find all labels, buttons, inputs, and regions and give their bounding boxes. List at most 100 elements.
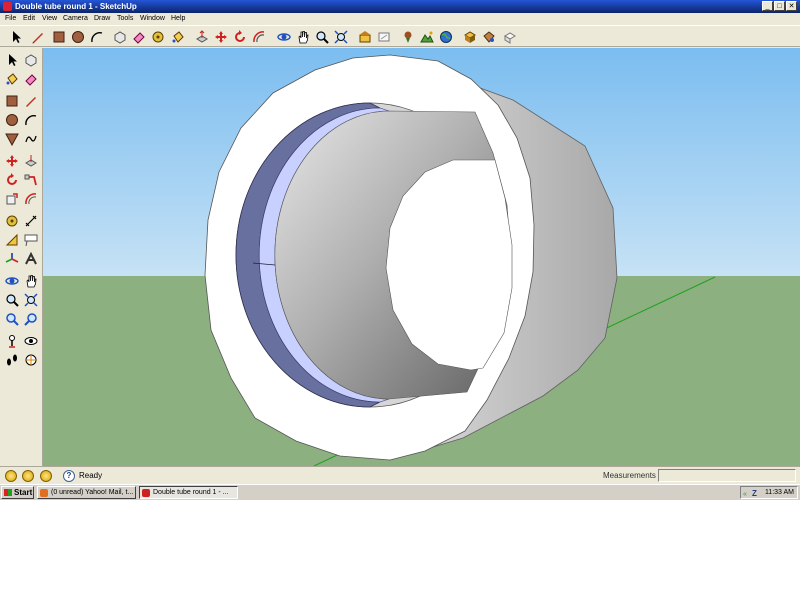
title-bar[interactable]: Double tube round 1 - SketchUp _ □ ✕	[0, 0, 800, 13]
rotate-tool-button[interactable]	[232, 29, 248, 45]
geo-location-icon[interactable]	[5, 470, 17, 482]
add-location-button[interactable]	[400, 29, 416, 45]
look-around-tool[interactable]	[22, 332, 39, 349]
user-icon[interactable]	[40, 470, 52, 482]
materials-icon	[483, 31, 495, 43]
push-pull-tool[interactable]	[22, 152, 39, 169]
walk-tool[interactable]	[3, 351, 20, 368]
circle-tool-button[interactable]	[70, 29, 86, 45]
clock[interactable]: 11:33 AM	[765, 487, 794, 498]
next-view-tool[interactable]	[22, 310, 39, 327]
move-tool-button[interactable]	[213, 29, 229, 45]
scale-tool[interactable]	[3, 190, 20, 207]
make-component-tool[interactable]	[22, 51, 39, 68]
browser-icon	[40, 489, 48, 497]
menu-view[interactable]: View	[42, 14, 57, 23]
components-browser-button[interactable]	[462, 29, 478, 45]
tray-app-icon[interactable]: Z	[752, 488, 757, 499]
menu-help[interactable]: Help	[171, 14, 185, 23]
tray-expand-icon[interactable]: «	[743, 489, 747, 500]
rotate-tool[interactable]	[3, 171, 20, 188]
text-tool[interactable]	[22, 231, 39, 248]
follow-me-tool[interactable]	[22, 171, 39, 188]
select-tool-button[interactable]	[8, 29, 24, 45]
position-camera-tool[interactable]	[3, 332, 20, 349]
zoom-tool[interactable]	[3, 291, 20, 308]
axes-tool[interactable]	[3, 250, 20, 267]
rectangle-icon	[6, 95, 17, 106]
line-tool[interactable]	[22, 92, 39, 109]
3d-text-tool[interactable]	[22, 250, 39, 267]
arc-tool[interactable]	[22, 111, 39, 128]
rectangle-tool[interactable]	[3, 92, 20, 109]
google-earth-button[interactable]	[438, 29, 454, 45]
menu-edit[interactable]: Edit	[23, 14, 35, 23]
3d-model-canvas[interactable]	[43, 48, 800, 466]
move-tool[interactable]	[3, 152, 20, 169]
orbit-tool-button[interactable]	[276, 29, 292, 45]
status-text: Ready	[79, 471, 103, 480]
select-tool[interactable]	[3, 51, 20, 68]
help-icon[interactable]: ?	[63, 470, 75, 482]
tape-measure-button[interactable]	[150, 29, 166, 45]
freehand-tool[interactable]	[22, 130, 39, 147]
menu-tools[interactable]: Tools	[117, 14, 133, 23]
circle-icon	[5, 113, 18, 126]
credits-icon[interactable]	[22, 470, 34, 482]
modeling-viewport[interactable]	[43, 48, 800, 466]
toggle-terrain-button[interactable]	[419, 29, 435, 45]
zoom-extents-button[interactable]	[333, 29, 349, 45]
taskbar-item-yahoo-mail[interactable]: (0 unread) Yahoo! Mail, t...	[37, 486, 136, 499]
offset-tool[interactable]	[22, 190, 39, 207]
dimension-tool[interactable]	[22, 212, 39, 229]
pan-tool-button[interactable]	[295, 29, 311, 45]
minimize-button[interactable]: _	[762, 1, 773, 11]
maximize-button[interactable]: □	[774, 1, 785, 11]
offset-tool-button[interactable]	[251, 29, 267, 45]
menu-draw[interactable]: Draw	[94, 14, 110, 23]
pan-tool[interactable]	[22, 272, 39, 289]
start-label: Start	[14, 488, 33, 497]
share-model-button[interactable]	[376, 29, 392, 45]
close-button[interactable]: ✕	[786, 1, 797, 11]
zoom-tool-button[interactable]	[314, 29, 330, 45]
hand-pan-icon	[298, 31, 309, 44]
circle-tool[interactable]	[3, 111, 20, 128]
eraser-tool-button[interactable]	[131, 29, 147, 45]
taskbar-item-sketchup[interactable]: Double tube round 1 - ...	[139, 486, 238, 499]
eraser-tool[interactable]	[22, 70, 39, 87]
dimension-icon	[25, 215, 36, 226]
start-button[interactable]: Start	[1, 486, 34, 499]
zoom-extents-tool[interactable]	[22, 291, 39, 308]
measurements-input[interactable]	[658, 469, 796, 482]
orbit-tool[interactable]	[3, 272, 20, 289]
polygon-tool[interactable]	[3, 130, 20, 147]
menu-window[interactable]: Window	[140, 14, 165, 23]
paint-bucket-tool[interactable]	[3, 70, 20, 87]
styles-button[interactable]	[502, 29, 518, 45]
eye-icon	[24, 336, 37, 345]
previous-view-tool[interactable]	[3, 310, 20, 327]
materials-button[interactable]	[481, 29, 497, 45]
tape-measure-tool[interactable]	[3, 212, 20, 229]
menu-file[interactable]: File	[5, 14, 16, 23]
menu-camera[interactable]: Camera	[63, 14, 88, 23]
push-pull-button[interactable]	[194, 29, 210, 45]
section-plane-tool[interactable]	[22, 351, 39, 368]
menu-bar: File Edit View Camera Draw Tools Window …	[0, 13, 800, 24]
components-icon	[464, 31, 476, 43]
make-component-button[interactable]	[112, 29, 128, 45]
rectangle-tool-button[interactable]	[51, 29, 67, 45]
get-models-button[interactable]	[357, 29, 373, 45]
push-pull-icon	[24, 154, 37, 167]
location-pin-icon	[404, 31, 412, 43]
component-icon	[114, 31, 126, 44]
paint-bucket-button[interactable]	[170, 29, 186, 45]
circle-icon	[72, 31, 84, 43]
line-tool-button[interactable]	[30, 29, 46, 45]
tape-measure-icon	[152, 31, 164, 43]
protractor-tool[interactable]	[3, 231, 20, 248]
main-toolbar	[0, 25, 800, 47]
arc-tool-button[interactable]	[89, 29, 105, 45]
magnifier-icon	[5, 293, 19, 307]
